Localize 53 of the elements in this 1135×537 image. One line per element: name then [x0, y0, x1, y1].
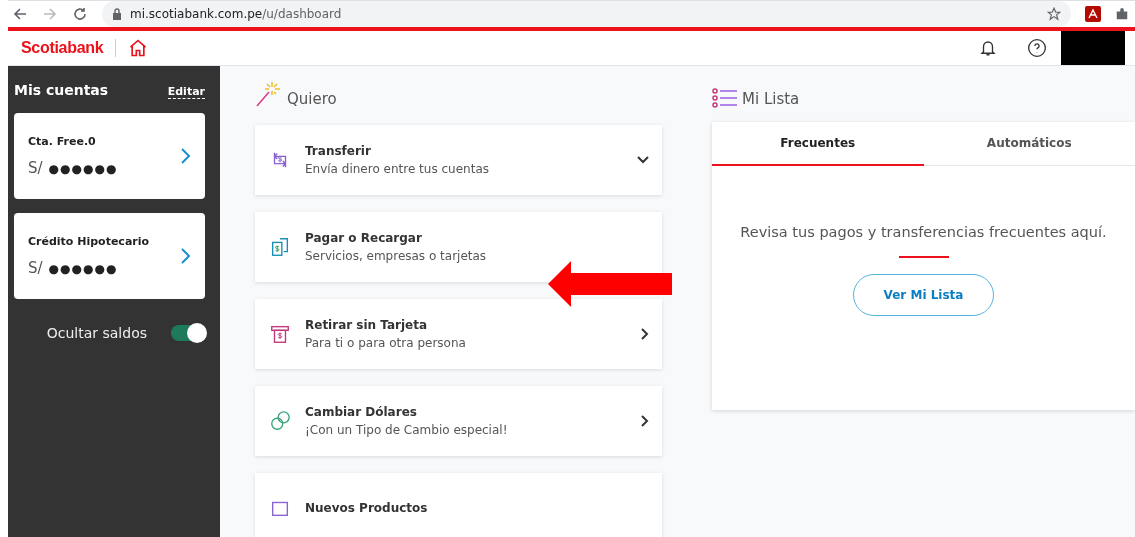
account-name: Crédito Hipotecario: [28, 235, 150, 248]
chevron-down-icon: [636, 155, 650, 165]
edit-link[interactable]: Editar: [167, 85, 205, 99]
chevron-right-icon: [179, 247, 191, 265]
hidden-balance: ●●●●●●: [48, 262, 118, 276]
address-bar[interactable]: mi.scotiabank.com.pe/u/dashboard: [102, 1, 1071, 27]
action-card[interactable]: Nuevos Productos: [255, 473, 662, 537]
document-dollar-icon: [269, 236, 291, 258]
back-icon[interactable]: [12, 6, 28, 22]
reload-icon[interactable]: [72, 6, 88, 22]
home-icon[interactable]: [128, 38, 149, 58]
action-card[interactable]: Cambiar Dólares ¡Con un Tipo de Cambio especial!: [255, 386, 662, 456]
currency-symbol: S/: [28, 259, 43, 277]
currency-symbol: S/: [28, 159, 43, 177]
help-icon[interactable]: [1027, 38, 1047, 58]
view-list-button[interactable]: Ver Mi Lista: [853, 274, 994, 316]
action-subtitle: Para ti o para otra persona: [305, 336, 467, 350]
brand-logo[interactable]: Scotiabank: [21, 39, 117, 57]
action-title: Pagar o Recargar: [305, 231, 423, 245]
account-card[interactable]: Cta. Free.0 S/ ●●●●●●: [14, 113, 205, 199]
atm-cash-icon: [269, 323, 291, 345]
tab[interactable]: Frecuentes: [712, 122, 924, 166]
sidebar-title: Mis cuentas: [14, 82, 109, 98]
account-name: Cta. Free.0: [28, 135, 97, 148]
action-subtitle: ¡Con un Tipo de Cambio especial!: [305, 423, 509, 437]
puzzle-icon[interactable]: [1115, 7, 1129, 21]
tab[interactable]: Automáticos: [923, 122, 1135, 166]
section-title: Quiero: [287, 90, 337, 108]
lock-icon: [112, 8, 122, 20]
action-title: Transferir: [305, 144, 372, 158]
list-icon: [712, 88, 738, 108]
action-title: Cambiar Dólares: [305, 405, 418, 419]
action-card[interactable]: Retirar sin Tarjeta Para ti o para otra persona: [255, 299, 662, 369]
chevron-right-icon: [640, 414, 650, 428]
hidden-balance: ●●●●●●: [48, 162, 118, 176]
action-title: Nuevos Productos: [305, 501, 429, 515]
action-subtitle: Servicios, empresas o tarjetas: [305, 249, 488, 263]
star-icon[interactable]: [1047, 7, 1061, 21]
action-card[interactable]: Pagar o Recargar Servicios, empresas o tarjetas: [255, 212, 662, 282]
chevron-right-icon: [179, 147, 191, 165]
action-title: Retirar sin Tarjeta: [305, 318, 429, 332]
coins-icon: [269, 410, 291, 432]
pdf-extension-icon[interactable]: [1085, 6, 1101, 22]
bell-icon[interactable]: [979, 39, 997, 57]
section-title: Mi Lista: [742, 90, 800, 108]
toggle-label: Ocultar saldos: [46, 325, 147, 341]
action-subtitle: Envía dinero entre tus cuentas: [305, 162, 490, 176]
chevron-right-icon: [640, 327, 650, 341]
action-card[interactable]: Transferir Envía dinero entre tus cuentas: [255, 125, 662, 195]
redacted-block: [1061, 31, 1125, 65]
empty-message: Revisa tus pagos y transferencias frecuentes aquí.: [740, 224, 1107, 240]
hide-balances-switch[interactable]: [171, 325, 205, 341]
account-card[interactable]: Crédito Hipotecario S/ ●●●●●●: [14, 213, 205, 299]
